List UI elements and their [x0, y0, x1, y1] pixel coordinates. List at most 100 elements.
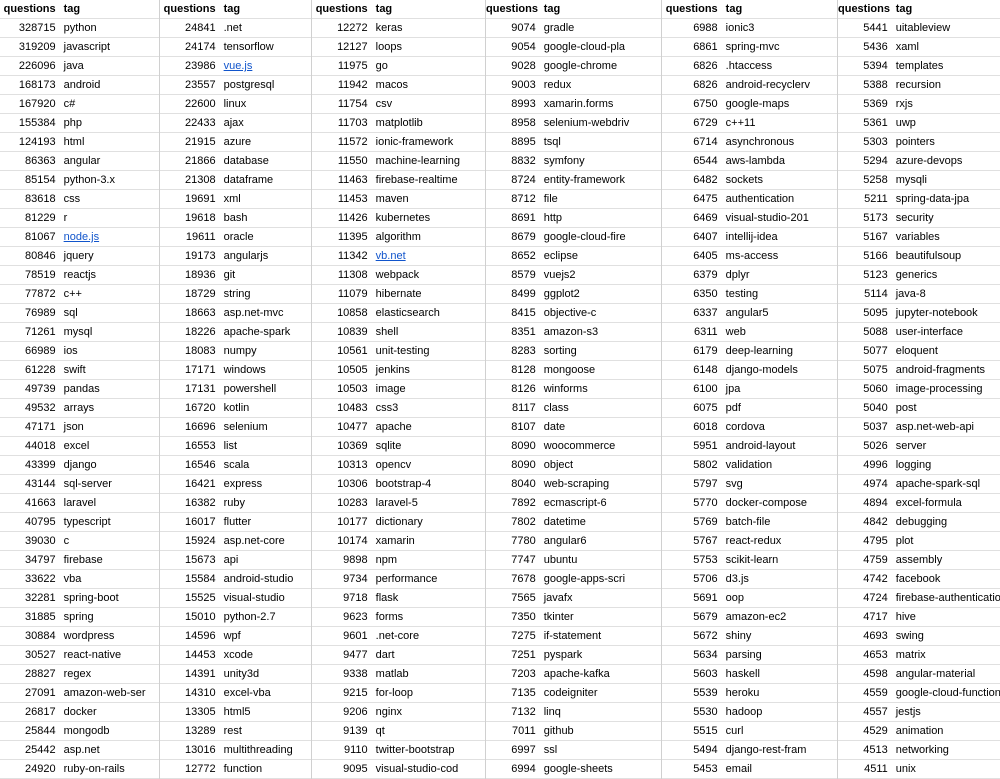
questions-cell[interactable]: 9718 — [312, 589, 372, 607]
table-row[interactable]: 16553list — [160, 437, 311, 456]
questions-cell[interactable]: 14391 — [160, 665, 220, 683]
questions-cell[interactable]: 16017 — [160, 513, 220, 531]
questions-cell[interactable]: 4974 — [838, 475, 892, 493]
table-row[interactable]: 21915azure — [160, 133, 311, 152]
questions-cell[interactable]: 8691 — [486, 209, 540, 227]
table-row[interactable]: 34797firebase — [0, 551, 159, 570]
tag-link[interactable]: node.js — [64, 231, 99, 243]
questions-cell[interactable]: 8107 — [486, 418, 540, 436]
table-row[interactable]: 27091amazon-web-ser — [0, 684, 159, 703]
table-row[interactable]: 7132linq — [486, 703, 661, 722]
questions-cell[interactable]: 18226 — [160, 323, 220, 341]
tag-cell[interactable]: ajax — [220, 114, 311, 132]
table-row[interactable]: 15924asp.net-core — [160, 532, 311, 551]
table-row[interactable]: 8832symfony — [486, 152, 661, 171]
table-row[interactable]: 11754csv — [312, 95, 485, 114]
tag-cell[interactable]: opencv — [372, 456, 485, 474]
tag-cell[interactable]: jquery — [60, 247, 159, 265]
tag-cell[interactable]: azure — [220, 133, 311, 151]
table-row[interactable]: 19611oracle — [160, 228, 311, 247]
questions-cell[interactable]: 6861 — [662, 38, 722, 56]
questions-cell[interactable]: 10503 — [312, 380, 372, 398]
questions-cell[interactable]: 328715 — [0, 19, 60, 37]
tag-cell[interactable]: for-loop — [372, 684, 485, 702]
table-row[interactable]: 9215for-loop — [312, 684, 485, 703]
tag-cell[interactable]: python — [60, 19, 159, 37]
table-row[interactable]: 18226apache-spark — [160, 323, 311, 342]
questions-cell[interactable]: 4529 — [838, 722, 892, 740]
table-row[interactable]: 61228swift — [0, 361, 159, 380]
tag-cell[interactable]: google-cloud-pla — [540, 38, 661, 56]
table-row[interactable]: 155384php — [0, 114, 159, 133]
questions-cell[interactable]: 7203 — [486, 665, 540, 683]
table-row[interactable]: 16720kotlin — [160, 399, 311, 418]
questions-cell[interactable]: 78519 — [0, 266, 60, 284]
questions-cell[interactable]: 7251 — [486, 646, 540, 664]
questions-cell[interactable]: 7275 — [486, 627, 540, 645]
table-row[interactable]: 16017flutter — [160, 513, 311, 532]
questions-cell[interactable]: 9477 — [312, 646, 372, 664]
tag-cell[interactable]: ubuntu — [540, 551, 661, 569]
questions-cell[interactable]: 5539 — [662, 684, 722, 702]
table-row[interactable]: 19618bash — [160, 209, 311, 228]
questions-cell[interactable]: 6729 — [662, 114, 722, 132]
table-row[interactable]: 6469visual-studio-201 — [662, 209, 837, 228]
questions-cell[interactable]: 7747 — [486, 551, 540, 569]
table-row[interactable]: 5303pointers — [838, 133, 1000, 152]
table-row[interactable]: 11079hibernate — [312, 285, 485, 304]
table-row[interactable]: 9718flask — [312, 589, 485, 608]
questions-cell[interactable]: 25844 — [0, 722, 60, 740]
table-row[interactable]: 8090woocommerce — [486, 437, 661, 456]
table-row[interactable]: 6379dplyr — [662, 266, 837, 285]
questions-cell[interactable]: 155384 — [0, 114, 60, 132]
tag-cell[interactable]: ruby-on-rails — [60, 760, 159, 778]
questions-cell[interactable]: 9095 — [312, 760, 372, 778]
tag-cell[interactable]: azure-devops — [892, 152, 1000, 170]
questions-cell[interactable]: 10313 — [312, 456, 372, 474]
tag-cell[interactable]: csv — [372, 95, 485, 113]
tag-cell[interactable]: vba — [60, 570, 159, 588]
table-row[interactable]: 21866database — [160, 152, 311, 171]
questions-cell[interactable]: 14453 — [160, 646, 220, 664]
table-row[interactable]: 19173angularjs — [160, 247, 311, 266]
questions-cell[interactable]: 6337 — [662, 304, 722, 322]
tag-cell[interactable]: mongodb — [60, 722, 159, 740]
questions-cell[interactable]: 9003 — [486, 76, 540, 94]
table-row[interactable]: 28827regex — [0, 665, 159, 684]
questions-cell[interactable]: 10505 — [312, 361, 372, 379]
tag-cell[interactable]: haskell — [722, 665, 837, 683]
table-row[interactable]: 33622vba — [0, 570, 159, 589]
tag-cell[interactable]: gradle — [540, 19, 661, 37]
table-row[interactable]: 21308dataframe — [160, 171, 311, 190]
tag-cell[interactable]: vue.js — [220, 57, 311, 75]
table-row[interactable]: 6018cordova — [662, 418, 837, 437]
table-row[interactable]: 15673api — [160, 551, 311, 570]
questions-cell[interactable]: 14310 — [160, 684, 220, 702]
table-row[interactable]: 7350tkinter — [486, 608, 661, 627]
questions-cell[interactable]: 32281 — [0, 589, 60, 607]
tag-cell[interactable]: amazon-web-ser — [60, 684, 159, 702]
table-row[interactable]: 4974apache-spark-sql — [838, 475, 1000, 494]
table-row[interactable]: 8040web-scraping — [486, 475, 661, 494]
tag-cell[interactable]: ecmascript-6 — [540, 494, 661, 512]
questions-cell[interactable]: 8499 — [486, 285, 540, 303]
tag-cell[interactable]: jenkins — [372, 361, 485, 379]
table-row[interactable]: 6729c++11 — [662, 114, 837, 133]
tag-cell[interactable]: scikit-learn — [722, 551, 837, 569]
questions-cell[interactable]: 5026 — [838, 437, 892, 455]
questions-cell[interactable]: 4842 — [838, 513, 892, 531]
questions-cell[interactable]: 5515 — [662, 722, 722, 740]
tag-cell[interactable]: apache-spark — [220, 323, 311, 341]
tag-cell[interactable]: list — [220, 437, 311, 455]
questions-cell[interactable]: 11572 — [312, 133, 372, 151]
questions-cell[interactable]: 11342 — [312, 247, 372, 265]
tag-cell[interactable]: generics — [892, 266, 1000, 284]
tag-cell[interactable]: go — [372, 57, 485, 75]
table-row[interactable]: 66989ios — [0, 342, 159, 361]
table-row[interactable]: 6148django-models — [662, 361, 837, 380]
table-row[interactable]: 5026server — [838, 437, 1000, 456]
tag-cell[interactable]: pyspark — [540, 646, 661, 664]
tag-cell[interactable]: google-chrome — [540, 57, 661, 75]
tag-cell[interactable]: class — [540, 399, 661, 417]
table-row[interactable]: 9110twitter-bootstrap — [312, 741, 485, 760]
